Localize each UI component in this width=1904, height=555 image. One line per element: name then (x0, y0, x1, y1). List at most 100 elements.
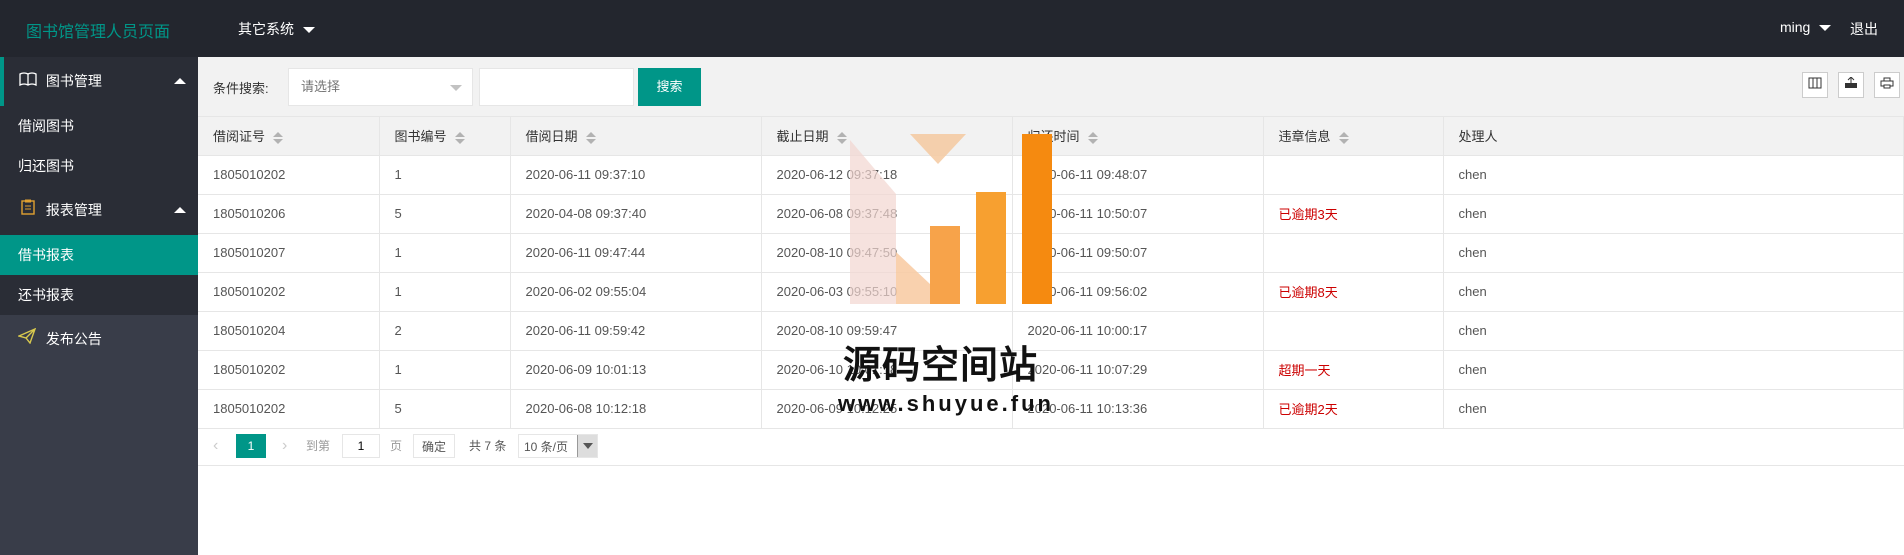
table-cell: 1805010206 (198, 194, 380, 234)
sidebar-item-publish-notice[interactable]: 发布公告 (0, 315, 198, 364)
sort-icon[interactable] (273, 131, 284, 144)
sidebar-group-label: 图书管理 (45, 73, 102, 89)
user-name: ming (1780, 19, 1811, 35)
col-header-borrow-date[interactable]: 借阅日期 (510, 117, 762, 156)
total-count: 共 7 条 (469, 439, 507, 453)
table-cell: 1805010204 (198, 311, 380, 351)
table-cell: 2020-06-08 10:12:18 (510, 389, 762, 429)
table-cell: chen (1443, 233, 1904, 273)
table-cell: 1805010202 (198, 272, 380, 312)
table-cell: chen (1443, 194, 1904, 234)
chevron-up-icon (174, 78, 186, 84)
sort-icon[interactable] (454, 131, 465, 144)
book-icon (18, 57, 38, 106)
page-size-select[interactable]: 10 条/页 (518, 434, 598, 458)
col-header-return-time[interactable]: 归还时间 (1012, 117, 1264, 156)
table-row: 1805010202 1 2020-06-02 09:55:04 2020-06-03… (198, 272, 1904, 312)
search-condition-select[interactable]: 请选择 (288, 68, 473, 106)
table-cell: 已逾期8天 (1263, 272, 1444, 312)
search-input[interactable] (479, 68, 634, 106)
chevron-down-icon (1819, 25, 1832, 32)
user-menu[interactable]: ming (1780, 19, 1832, 35)
goto-confirm-button[interactable]: 确定 (413, 434, 455, 458)
table-cell: 1 (379, 155, 511, 195)
table-cell: 2020-06-11 10:07:29 (1012, 350, 1264, 390)
other-systems-menu[interactable]: 其它系统 (238, 19, 315, 39)
table-cell: 1 (379, 233, 511, 273)
col-header-due-date[interactable]: 截止日期 (761, 117, 1013, 156)
table-header-row: 借阅证号 图书编号 借阅日期 截止日期 归还时间 违章信息 处理人 (198, 117, 1904, 156)
search-toolbar: 条件搜索: 请选择 搜索 (198, 57, 1904, 117)
table-cell: 2020-06-11 09:47:44 (510, 233, 762, 273)
watermark-url: www.shuyue.fun (838, 391, 1054, 416)
col-header-book-no[interactable]: 图书编号 (379, 117, 511, 156)
page-size-value: 10 条/页 (524, 440, 569, 454)
logout-link[interactable]: 退出 (1850, 19, 1878, 39)
table-cell: 2020-04-08 09:37:40 (510, 194, 762, 234)
sort-icon[interactable] (1087, 131, 1098, 144)
pagination: ‹ 1 › 到第 页 确定 共 7 条 10 条/页 (198, 426, 1904, 466)
table-cell: 1805010202 (198, 389, 380, 429)
borrow-report-table: 借阅证号 图书编号 借阅日期 截止日期 归还时间 违章信息 处理人 180501… (198, 117, 1904, 429)
sort-icon[interactable] (836, 131, 847, 144)
top-header: 图书馆管理人员页面 其它系统 ming 退出 (0, 0, 1904, 57)
chevron-down-icon (302, 27, 315, 34)
sidebar-group-report-management[interactable]: 报表管理 (0, 186, 198, 235)
app-title: 图书馆管理人员页面 (26, 24, 171, 41)
sidebar-item-label: 发布公告 (45, 331, 102, 347)
table-cell: 2020-06-12 09:37:18 (761, 155, 1013, 195)
export-icon[interactable] (1838, 72, 1864, 98)
print-icon[interactable] (1874, 72, 1900, 98)
table-row: 1805010204 2 2020-06-11 09:59:42 2020-08-10… (198, 311, 1904, 351)
table-cell: chen (1443, 155, 1904, 195)
sidebar: 图书管理 借阅图书 归还图书 报表管理 借书报表 还书报表 发布公告 (0, 57, 198, 555)
col-header-violation[interactable]: 违章信息 (1263, 117, 1444, 156)
table-cell: 1805010207 (198, 233, 380, 273)
chevron-up-icon (174, 207, 186, 213)
sidebar-item-return-report[interactable]: 还书报表 (0, 275, 198, 315)
table-cell: 2020-08-10 09:47:50 (761, 233, 1013, 273)
watermark-text: 源码空间站 (843, 345, 1039, 387)
table-row: 1805010207 1 2020-06-11 09:47:44 2020-08-10… (198, 233, 1904, 273)
goto-page-input[interactable] (342, 434, 380, 458)
next-page-icon[interactable]: › (282, 434, 287, 458)
table-cell: 2020-06-11 10:00:17 (1012, 311, 1264, 351)
table-cell (1263, 155, 1444, 195)
columns-icon[interactable] (1802, 72, 1828, 98)
table-cell: 2020-06-11 10:50:07 (1012, 194, 1264, 234)
page-unit-label: 页 (390, 439, 403, 453)
table-cell: 2020-06-02 09:55:04 (510, 272, 762, 312)
sort-icon[interactable] (1338, 131, 1349, 144)
other-systems-label: 其它系统 (238, 21, 294, 37)
table-cell: 2020-06-11 09:56:02 (1012, 272, 1264, 312)
main-content: 条件搜索: 请选择 搜索 借阅证号 图书编号 借阅日期 截止日期 归还时间 违章… (198, 57, 1904, 555)
table-cell (1263, 311, 1444, 351)
table-cell: 已逾期2天 (1263, 389, 1444, 429)
table-cell: 2020-06-11 09:48:07 (1012, 155, 1264, 195)
table-cell: 2020-06-11 09:37:10 (510, 155, 762, 195)
prev-page-icon[interactable]: ‹ (213, 434, 218, 458)
table-cell: 1805010202 (198, 350, 380, 390)
page-number-current[interactable]: 1 (236, 434, 266, 458)
table-cell: 2020-06-11 09:59:42 (510, 311, 762, 351)
sort-icon[interactable] (585, 131, 596, 144)
sidebar-item-borrow-book[interactable]: 借阅图书 (0, 106, 198, 146)
table-cell: 1805010202 (198, 155, 380, 195)
table-cell: 2020-06-03 09:55:10 (761, 272, 1013, 312)
table-cell: 已逾期3天 (1263, 194, 1444, 234)
col-header-card-no[interactable]: 借阅证号 (198, 117, 380, 156)
table-cell: 5 (379, 194, 511, 234)
search-label: 条件搜索: (213, 81, 269, 96)
sidebar-item-borrow-report[interactable]: 借书报表 (0, 235, 198, 275)
sidebar-group-book-management[interactable]: 图书管理 (0, 57, 198, 106)
goto-label: 到第 (306, 439, 331, 453)
table-cell: 2020-06-08 09:37:48 (761, 194, 1013, 234)
table-body: 1805010202 1 2020-06-11 09:37:10 2020-06-12… (198, 155, 1904, 429)
table-cell: 1 (379, 350, 511, 390)
table-row: 1805010206 5 2020-04-08 09:37:40 2020-06-08… (198, 194, 1904, 234)
table-cell: chen (1443, 272, 1904, 312)
sidebar-item-return-book[interactable]: 归还图书 (0, 146, 198, 186)
col-header-handler: 处理人 (1443, 117, 1904, 156)
table-cell: chen (1443, 350, 1904, 390)
search-button[interactable]: 搜索 (638, 68, 701, 106)
